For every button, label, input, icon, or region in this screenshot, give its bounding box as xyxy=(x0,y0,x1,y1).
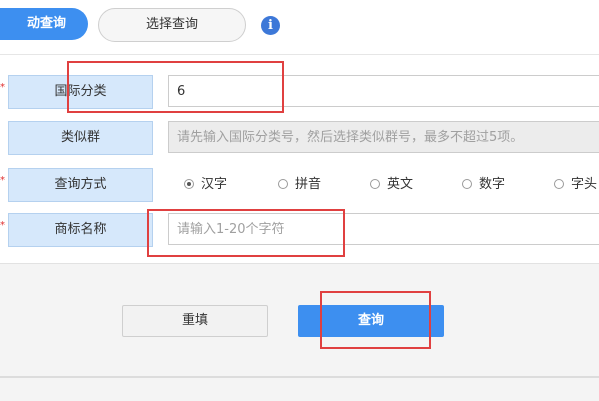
top-tab-bar: 动查询 选择查询 i xyxy=(0,0,599,54)
radio-label: 拼音 xyxy=(295,177,322,192)
radio-label: 字头 xyxy=(571,177,598,192)
radio-english[interactable]: 英文 xyxy=(370,176,413,196)
query-method-radio-group: 汉字 拼音 英文 数字 字头 xyxy=(184,176,599,196)
tab-auto-query[interactable]: 动查询 xyxy=(0,8,88,40)
radio-label: 数字 xyxy=(479,177,506,192)
radio-number[interactable]: 数字 xyxy=(462,176,505,196)
tab-select-query[interactable]: 选择查询 xyxy=(98,8,246,42)
similar-group-input[interactable] xyxy=(168,121,599,153)
radio-label: 英文 xyxy=(387,177,414,192)
radio-hanzi[interactable]: 汉字 xyxy=(184,176,227,196)
row-similar-group: 类似群 xyxy=(0,120,599,156)
row-query-method: * 查询方式 汉字 拼音 英文 数字 字头 xyxy=(0,167,599,203)
intl-class-input[interactable] xyxy=(168,75,599,107)
required-mark: * xyxy=(0,82,5,93)
radio-icon[interactable] xyxy=(554,179,564,189)
reset-button[interactable]: 重填 xyxy=(122,305,268,337)
query-button[interactable]: 查询 xyxy=(298,305,444,337)
required-mark: * xyxy=(0,220,5,231)
row-intl-class: * 国际分类 xyxy=(0,74,599,110)
row-trademark-name: * 商标名称 xyxy=(0,212,599,248)
radio-initial[interactable]: 字头 xyxy=(554,176,597,196)
trademark-name-label: 商标名称 xyxy=(8,213,153,247)
search-form: * 国际分类 类似群 * 查询方式 汉字 拼音 英文 数字 字头 * 商标名称 xyxy=(0,54,599,264)
radio-pinyin[interactable]: 拼音 xyxy=(278,176,321,196)
trademark-name-input[interactable] xyxy=(168,213,599,245)
radio-icon[interactable] xyxy=(370,179,380,189)
radio-icon[interactable] xyxy=(462,179,472,189)
similar-group-label: 类似群 xyxy=(8,121,153,155)
radio-label: 汉字 xyxy=(201,177,228,192)
radio-checked-icon[interactable] xyxy=(184,179,194,189)
radio-icon[interactable] xyxy=(278,179,288,189)
info-icon[interactable]: i xyxy=(261,16,280,35)
required-mark: * xyxy=(0,175,5,186)
divider xyxy=(0,376,599,378)
intl-class-label: 国际分类 xyxy=(8,75,153,109)
query-method-label: 查询方式 xyxy=(8,168,153,202)
